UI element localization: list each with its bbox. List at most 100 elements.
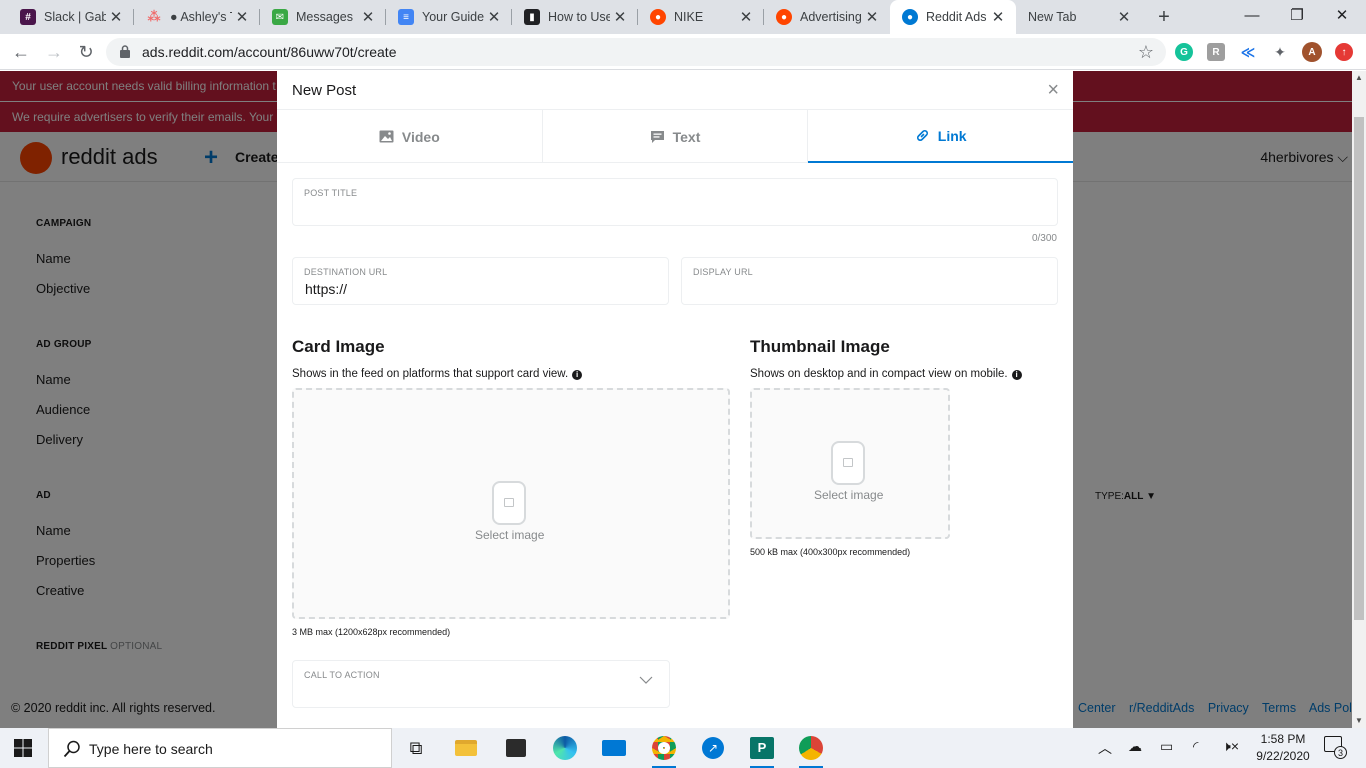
browser-tab-guide[interactable]: ≡ Your Guide ✕ <box>386 0 512 34</box>
page-scrollbar[interactable]: ▲ ▼ <box>1352 71 1366 728</box>
close-icon[interactable]: ✕ <box>106 8 126 26</box>
text-post-icon <box>650 130 664 143</box>
post-title-input[interactable]: POST TITLE <box>292 178 1058 226</box>
browser-tab-howto[interactable]: ▮ How to Use ✕ <box>512 0 638 34</box>
clock-date[interactable]: 9/22/2020 <box>1252 749 1314 763</box>
close-icon[interactable]: ✕ <box>862 8 882 26</box>
browser-tab-strip: # Slack | Gabe ✕ ⁂ ● Ashley's T ✕ ✉ Mess… <box>0 0 1366 34</box>
close-icon[interactable]: ✕ <box>988 8 1008 26</box>
extension-k-icon[interactable]: ≪ <box>1239 43 1257 61</box>
modal-title: New Post <box>292 82 357 99</box>
browser-tab-messages[interactable]: ✉ Messages ✕ <box>260 0 386 34</box>
browser-toolbar: ← → ↻ ads.reddit.com/account/86uww70t/cr… <box>0 34 1366 70</box>
update-icon[interactable]: ↑ <box>1335 43 1353 61</box>
destination-url-input[interactable]: DESTINATION URL https:// <box>292 257 669 305</box>
windows-start-icon[interactable] <box>14 739 32 757</box>
reddit-icon: ● <box>776 9 792 25</box>
tab-video[interactable]: Video <box>277 110 543 163</box>
display-url-input[interactable]: DISPLAY URL <box>681 257 1058 305</box>
extension-r-icon[interactable]: R <box>1207 43 1225 61</box>
mail-icon[interactable] <box>600 734 628 762</box>
notification-center-icon[interactable]: 3 <box>1324 736 1347 759</box>
thumbnail-image-desc-text: Shows on desktop and in compact view on … <box>750 368 1008 380</box>
tab-label: ● Ashley's T <box>170 10 232 24</box>
tab-link[interactable]: Link <box>808 110 1073 163</box>
call-to-action-label: CALL TO ACTION <box>304 670 380 680</box>
close-icon[interactable]: ✕ <box>358 8 378 26</box>
info-icon[interactable]: i <box>1011 370 1022 380</box>
minimize-icon[interactable]: — <box>1240 5 1264 27</box>
clock-time[interactable]: 1:58 PM <box>1257 732 1309 746</box>
app-blue-icon[interactable]: ↗ <box>699 734 727 762</box>
chevron-down-icon <box>639 676 653 684</box>
browser-tab-asana[interactable]: ⁂ ● Ashley's T ✕ <box>134 0 260 34</box>
close-icon[interactable]: ✕ <box>232 8 252 26</box>
destination-url-value: https:// <box>305 281 348 297</box>
scroll-down-icon[interactable]: ▼ <box>1352 714 1366 728</box>
address-bar[interactable]: ads.reddit.com/account/86uww70t/create ☆ <box>106 38 1166 66</box>
new-tab-button[interactable]: + <box>1152 6 1176 28</box>
info-icon[interactable]: i <box>572 370 583 380</box>
scroll-up-icon[interactable]: ▲ <box>1352 71 1366 85</box>
tab-label: Slack | Gabe <box>44 10 106 24</box>
taskbar-search-input[interactable]: Type here to search <box>48 728 392 768</box>
char-count: 0/300 <box>1031 233 1057 244</box>
post-type-tabs: Video Text Link <box>277 109 1073 163</box>
profile-avatar[interactable]: A <box>1302 42 1322 62</box>
restore-icon[interactable]: ❐ <box>1285 5 1309 27</box>
tab-video-label: Video <box>401 128 440 145</box>
forward-icon[interactable]: → <box>43 41 65 63</box>
back-icon[interactable]: ← <box>10 41 32 63</box>
edge-icon[interactable] <box>551 734 579 762</box>
onedrive-icon[interactable]: ☁ <box>1128 738 1142 755</box>
browser-tab-reddit-ads[interactable]: ● Reddit Ads ✕ <box>890 0 1016 34</box>
thumbnail-image-size-note: 500 kB max (400x300px recommended) <box>750 547 911 557</box>
close-icon[interactable]: × <box>1047 79 1059 102</box>
tab-text[interactable]: Text <box>543 110 809 163</box>
publisher-icon[interactable]: P <box>748 734 776 768</box>
close-icon[interactable]: ✕ <box>1114 8 1134 26</box>
close-icon[interactable]: ✕ <box>610 8 630 26</box>
thumbnail-image-dropzone[interactable]: Select image <box>750 388 950 539</box>
task-view-icon[interactable]: ⧉ <box>402 734 430 762</box>
wifi-icon[interactable]: ◜ <box>1193 738 1198 755</box>
call-to-action-select[interactable]: CALL TO ACTION <box>292 660 670 708</box>
browser-tab-advertising[interactable]: ● Advertising ✕ <box>764 0 890 34</box>
thumbnail-image-title: Thumbnail Image <box>750 337 890 356</box>
file-explorer-icon[interactable] <box>452 734 480 762</box>
card-image-dropzone[interactable]: Select image <box>292 388 730 619</box>
tab-link-label: Link <box>937 127 967 144</box>
store-icon[interactable] <box>502 734 530 762</box>
thumbnail-select-image-label: Select image <box>814 488 884 502</box>
bookmark-star-icon[interactable]: ☆ <box>1138 42 1154 63</box>
search-icon <box>63 740 80 758</box>
tab-label: Messages <box>296 10 353 24</box>
messages-icon: ✉ <box>272 9 288 25</box>
volume-mute-icon[interactable]: 🕨× <box>1222 738 1239 755</box>
image-file-icon <box>831 441 865 485</box>
tray-chevron-up-icon[interactable]: ︿ <box>1098 738 1112 758</box>
close-icon[interactable]: ✕ <box>484 8 504 26</box>
search-placeholder: Type here to search <box>89 741 213 757</box>
post-title-label: POST TITLE <box>304 188 358 198</box>
tab-label: How to Use <box>548 10 610 24</box>
browser-tab-nike[interactable]: ● NIKE ✕ <box>638 0 764 34</box>
browser-tab-new-tab[interactable]: New Tab ✕ <box>1016 0 1142 34</box>
reload-icon[interactable]: ↻ <box>75 41 97 63</box>
bookmark-icon: ▮ <box>524 9 540 25</box>
close-window-icon[interactable]: ✕ <box>1330 5 1354 27</box>
url-text: ads.reddit.com/account/86uww70t/create <box>142 44 397 60</box>
chrome-profile-icon[interactable] <box>797 734 825 768</box>
browser-tab-slack[interactable]: # Slack | Gabe ✕ <box>8 0 134 34</box>
card-select-image-label: Select image <box>475 528 545 542</box>
display-url-label: DISPLAY URL <box>693 267 753 277</box>
grammarly-icon[interactable]: G <box>1175 43 1193 61</box>
extensions-puzzle-icon[interactable]: ✦ <box>1271 43 1289 61</box>
scroll-thumb[interactable] <box>1354 117 1364 620</box>
close-icon[interactable]: ✕ <box>736 8 756 26</box>
link-icon <box>916 130 928 141</box>
chrome-icon[interactable] <box>650 734 678 768</box>
battery-icon[interactable]: ▭ <box>1160 738 1173 755</box>
tab-label: Advertising <box>800 10 862 24</box>
tab-label: New Tab <box>1028 10 1077 24</box>
